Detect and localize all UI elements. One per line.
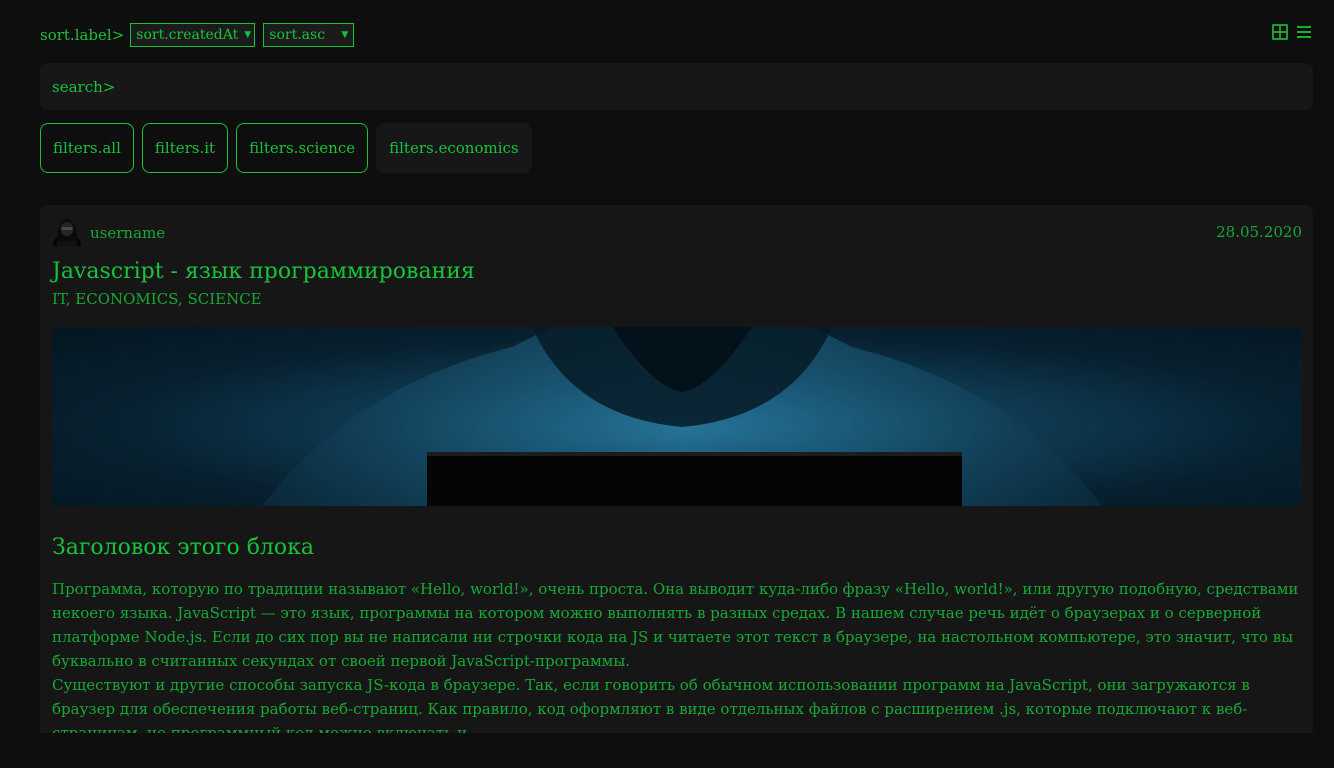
post-body: Программа, которую по традиции называют … bbox=[52, 577, 1302, 745]
chevron-down-icon: ▼ bbox=[244, 30, 252, 40]
post-paragraph: Программа, которую по традиции называют … bbox=[52, 580, 1299, 670]
sort-order-value: sort.asc bbox=[269, 27, 326, 43]
search-input[interactable]: search> bbox=[40, 63, 1313, 110]
sort-field-select[interactable]: sort.createdAt ▼ bbox=[130, 23, 256, 47]
page-bottom bbox=[0, 733, 1334, 768]
list-icon[interactable] bbox=[1296, 24, 1312, 40]
author-username[interactable]: username bbox=[90, 224, 165, 242]
search-label: search> bbox=[52, 77, 116, 96]
block-title: Заголовок этого блока bbox=[52, 535, 315, 560]
grid-icon[interactable] bbox=[1272, 24, 1288, 40]
filter-bar: filters.all filters.it filters.science f… bbox=[40, 123, 532, 173]
post-author: username bbox=[52, 216, 165, 251]
avatar bbox=[52, 216, 90, 251]
post-title[interactable]: Javascript - язык программирования bbox=[52, 259, 475, 284]
sort-field-value: sort.createdAt bbox=[136, 27, 239, 43]
post-tags: IT, ECONOMICS, SCIENCE bbox=[52, 290, 262, 308]
sort-order-select[interactable]: sort.asc ▼ bbox=[263, 23, 355, 47]
filter-science[interactable]: filters.science bbox=[236, 123, 369, 173]
sort-label: sort.label> bbox=[40, 26, 125, 44]
post-card: username 28.05.2020 Javascript - язык пр… bbox=[40, 205, 1313, 745]
post-hero-image bbox=[52, 327, 1302, 506]
chevron-down-icon: ▼ bbox=[341, 30, 349, 40]
filter-economics[interactable]: filters.economics bbox=[376, 123, 532, 173]
filter-it[interactable]: filters.it bbox=[141, 123, 229, 173]
post-date: 28.05.2020 bbox=[1216, 223, 1302, 241]
sort-bar: sort.label> sort.createdAt ▼ sort.asc ▼ bbox=[40, 22, 362, 48]
view-toggle bbox=[1272, 24, 1312, 40]
filter-all[interactable]: filters.all bbox=[40, 123, 134, 173]
